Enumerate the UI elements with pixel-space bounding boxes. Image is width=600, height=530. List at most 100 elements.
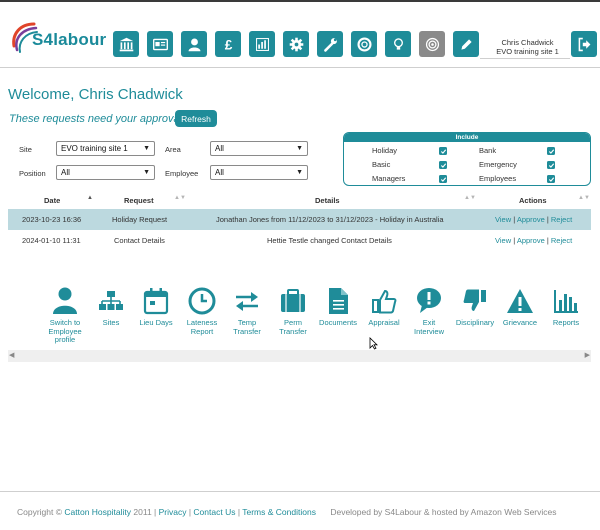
thumbs-up-icon [372,289,397,314]
user-site: EVO training site 1 [496,47,559,56]
person-icon [188,38,200,51]
table-header: Date ▲ Request ▲▼ Details ▲▼ Actions ▲▼ [8,192,591,209]
id-card-button[interactable] [147,31,173,57]
view-link[interactable]: View [495,215,511,224]
speech-bubble-icon [417,288,441,313]
terms-link[interactable]: Terms & Conditions [242,507,316,517]
actions-column-header: Actions [519,196,547,205]
include-basic-checkbox[interactable] [439,161,447,169]
tools-button[interactable] [317,31,343,57]
checkmark-icon [548,162,554,168]
area-select[interactable]: All ▼ [210,141,308,156]
include-emergency-label: Emergency [479,160,517,169]
row-actions: View | Approve | Reject [495,215,573,224]
privacy-link[interactable]: Privacy [159,507,187,517]
lifebuoy-icon [356,36,372,52]
footer-divider [0,491,600,492]
include-employees-label: Employees [479,174,517,183]
settings-button[interactable] [283,31,309,57]
include-employees-checkbox[interactable] [547,175,555,183]
ideas-button[interactable] [385,31,411,57]
quicklink-label: Reports [552,318,580,327]
checkmark-icon [440,162,446,168]
reject-link[interactable]: Reject [551,236,572,245]
user-divider [480,58,570,59]
contact-link[interactable]: Contact Us [193,507,235,517]
employee-filter-label: Employee [165,169,199,178]
refresh-button[interactable]: Refresh [175,110,217,127]
logout-button[interactable] [571,31,597,57]
site-select[interactable]: EVO training site 1 ▼ [56,141,155,156]
row-request: Holiday Request [112,215,168,224]
document-icon [329,288,348,314]
sort-icon[interactable]: ▲▼ [174,195,186,201]
position-filter-label: Position [19,169,46,178]
requests-table: Date ▲ Request ▲▼ Details ▲▼ Actions ▲▼ … [8,192,591,251]
site-filter-label: Site [19,145,32,154]
quicklink-label: Grievance [502,318,538,327]
target-button[interactable] [419,31,445,57]
reports-chart-icon [554,290,578,313]
chevron-down-icon: ▼ [296,145,303,152]
pencil-icon [460,38,472,50]
scroll-left-icon[interactable]: ◀ [9,351,14,359]
sort-icon[interactable]: ▲▼ [578,195,590,201]
row-date: 2023-10-23 16:36 [22,215,82,224]
help-button[interactable] [351,31,377,57]
horizontal-scrollbar[interactable]: ◀ ▶ [8,350,591,362]
quicklink-reports[interactable]: Reports [539,286,593,328]
include-bank-checkbox[interactable] [547,147,555,155]
user-name: Chris Chadwick [501,38,554,47]
mouse-cursor-icon [369,337,378,350]
quicklink-label: Appraisal [368,318,400,327]
footer: Copyright © Catton Hospitality 2011 | Pr… [17,507,557,517]
quicklink-label: Disciplinary [455,318,495,327]
include-basic-label: Basic [372,160,391,169]
checkmark-icon [548,176,554,182]
sort-asc-icon[interactable]: ▲ [87,195,93,201]
approve-link[interactable]: Approve [517,236,545,245]
edit-button[interactable] [453,31,479,57]
include-title: Include [344,133,590,142]
area-filter-label: Area [165,145,181,154]
transfer-arrows-icon [236,292,258,311]
employee-select[interactable]: All ▼ [210,165,308,180]
gear-icon [289,37,303,51]
user-info: Chris Chadwick EVO training site 1 [480,38,575,56]
profile-button[interactable] [181,31,207,57]
person-icon [53,287,77,314]
request-column-header[interactable]: Request [124,196,154,205]
quicklink-label: Switch to Employee profile [48,318,82,344]
include-bank-label: Bank [479,146,497,155]
wrench-icon [323,37,337,52]
reject-link[interactable]: Reject [551,215,572,224]
checkmark-icon [548,148,554,154]
position-select[interactable]: All ▼ [56,165,155,180]
table-row[interactable]: 2024-01-10 11:31 Contact Details Hettie … [8,230,591,251]
briefcase-icon [281,289,305,312]
include-managers-checkbox[interactable] [439,175,447,183]
bank-icon [119,37,133,51]
table-row[interactable]: 2023-10-23 16:36 Holiday Request Jonatha… [8,209,591,230]
approve-link[interactable]: Approve [517,215,545,224]
sites-icon [99,291,123,310]
bar-chart-icon [255,37,269,51]
bank-button[interactable] [113,31,139,57]
sort-icon[interactable]: ▲▼ [464,195,476,201]
quicklink-label: Lieu Days [139,318,173,327]
area-select-value: All [215,144,224,153]
company-link[interactable]: Catton Hospitality [64,507,131,517]
include-panel: Include Holiday Bank Basic Emergency Man… [343,132,591,186]
thumbs-down-icon [463,289,486,311]
date-column-header[interactable]: Date [44,196,60,205]
include-emergency-checkbox[interactable] [547,161,555,169]
finance-button[interactable]: £ [215,31,241,57]
welcome-heading: Welcome, Chris Chadwick [8,86,183,103]
include-holiday-checkbox[interactable] [439,147,447,155]
s4labour-logo[interactable]: S4labour [10,20,110,60]
view-link[interactable]: View [495,236,511,245]
details-column-header[interactable]: Details [315,196,340,205]
scroll-right-icon[interactable]: ▶ [585,351,590,359]
charts-button[interactable] [249,31,275,57]
chevron-down-icon: ▼ [143,169,150,176]
